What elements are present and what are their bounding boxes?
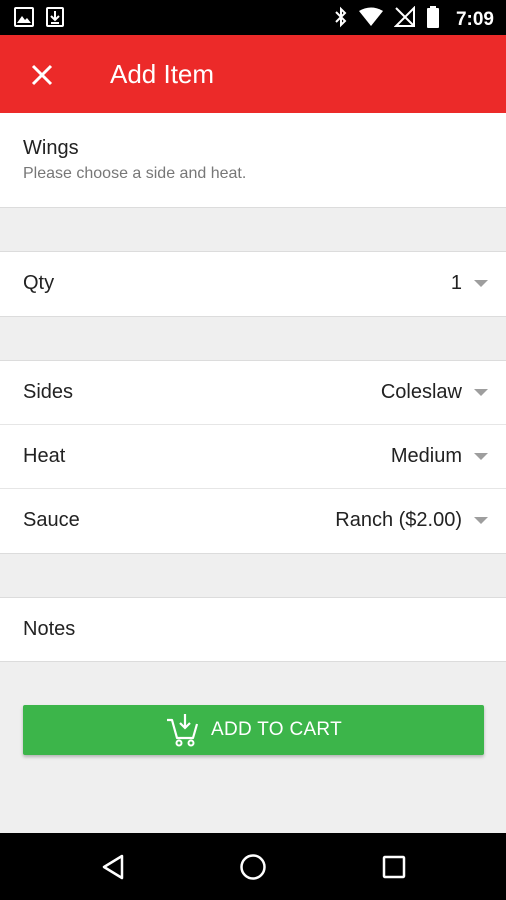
back-button[interactable] [95,849,131,885]
quantity-select[interactable]: Qty 1 [0,252,506,316]
no-signal-icon [393,5,416,33]
dropdown-caret-icon [474,389,488,396]
notes-card: Notes [0,597,506,662]
option-label: Sauce [23,509,80,531]
app-bar: Add Item [0,35,506,113]
option-label: Sides [23,381,74,403]
back-icon [102,854,124,880]
sauce-select[interactable]: Sauce Ranch ($2.00) [0,489,506,553]
add-to-cart-label: ADD TO CART [210,719,343,740]
option-value: Ranch ($2.00) [335,509,462,531]
option-value: Medium [390,445,462,467]
item-description: Please choose a side and heat. [23,165,247,182]
navigation-bar [0,833,506,900]
sides-select[interactable]: Sides Coleslaw [0,361,506,425]
battery-icon [426,6,439,33]
recents-button[interactable] [376,849,412,885]
cart-add-icon [166,714,199,747]
dropdown-caret-icon [474,517,488,524]
status-time: 7:09 [455,8,494,30]
image-icon [14,7,34,32]
dropdown-caret-icon [474,280,488,287]
download-icon [46,7,64,32]
option-value: Coleslaw [380,381,462,403]
close-button[interactable] [22,55,62,95]
home-button[interactable] [235,849,271,885]
close-icon [31,64,53,86]
notes-label: Notes [23,618,76,640]
quantity-label: Qty [23,272,55,294]
item-name: Wings [23,137,79,159]
home-icon [240,854,266,880]
bluetooth-icon [334,6,348,33]
options-card: Sides Coleslaw Heat Medium Sauce Ranch (… [0,360,506,554]
wifi-icon [358,7,383,32]
dropdown-caret-icon [474,453,488,460]
add-to-cart-button[interactable]: ADD TO CART [23,705,484,755]
status-bar: 7:09 [0,0,506,35]
quantity-card: Qty 1 [0,251,506,317]
notes-field[interactable]: Notes [0,598,506,662]
page-title: Add Item [110,59,215,89]
option-label: Heat [23,445,66,467]
item-card: Wings Please choose a side and heat. [0,113,506,208]
heat-select[interactable]: Heat Medium [0,425,506,489]
recents-icon [382,855,406,879]
quantity-value: 1 [450,272,462,294]
